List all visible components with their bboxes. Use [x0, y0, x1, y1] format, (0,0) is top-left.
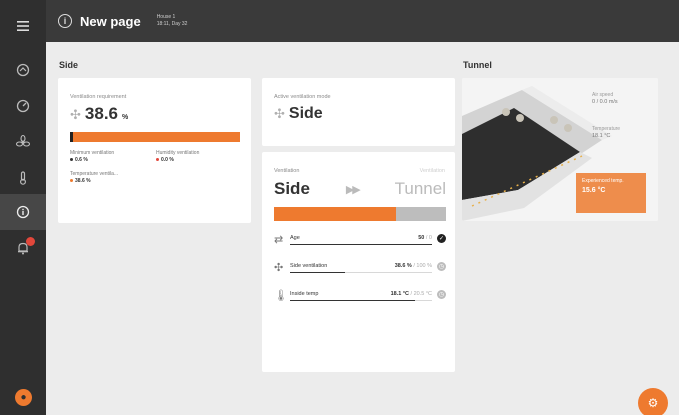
thermometer-icon: 🌡 [274, 290, 288, 302]
sidebar-item-fan[interactable] [0, 124, 46, 160]
ventilation-requirement-value-row: ✣ 38.6 % [70, 104, 128, 124]
condition-name: Side ventilation [290, 263, 328, 269]
condition-progress [290, 244, 432, 245]
fan-icon [15, 134, 31, 147]
minimum-ventilation: Minimum ventilation 0.6 % [70, 150, 114, 164]
condition-row-age: ⇄ Age 50 / 0 ✓ [274, 231, 446, 249]
sidebar-item-home[interactable] [0, 52, 46, 88]
transition-progress-bar [274, 207, 446, 221]
fan-icon: ✣ [70, 107, 81, 122]
temperature-ventilation-value: 38.6 % [75, 178, 91, 184]
mode-from: Side [274, 179, 310, 198]
humidity-ventilation: Humidity ventilation 0.0 % [156, 150, 199, 164]
page-title: New page [80, 13, 141, 29]
condition-name: Inside temp [290, 291, 319, 297]
condition-value: 18.1 °C / 20.5 °C [390, 291, 432, 297]
info-circle-icon [16, 205, 30, 219]
condition-value: 38.6 % / 100 % [394, 263, 432, 269]
humidity-dot [156, 158, 159, 162]
age-arrows-icon: ⇄ [274, 234, 284, 246]
gauge-icon [16, 99, 30, 113]
top-bar: i New page House 1 18:11, Day 32 [46, 0, 679, 42]
condition-progress [290, 272, 432, 273]
condition-name: Age [290, 235, 300, 241]
alarm-badge [26, 237, 35, 246]
house-info: House 1 18:11, Day 32 [157, 14, 188, 28]
minimum-ventilation-value: 0.6 % [75, 157, 88, 163]
menu-icon[interactable] [0, 8, 46, 44]
fan-icon: ✣ [274, 106, 285, 121]
temperature-ventilation: Temperature ventila... 38.6 % [70, 171, 118, 185]
ventilation-requirement-marker [70, 132, 73, 142]
status-check-icon: ✓ [437, 234, 446, 243]
sidebar-item-gauge[interactable] [0, 88, 46, 124]
humidity-ventilation-label: Humidity ventilation [156, 150, 200, 156]
house-name: House 1 [156, 14, 176, 20]
ventilation-label-right: Ventilation [419, 168, 445, 174]
active-mode-value: Side [288, 105, 323, 122]
air-speed-value: 0 / 0.0 m/s [592, 99, 618, 105]
minimum-dot [70, 158, 73, 162]
sidebar-item-thermometer[interactable] [0, 160, 46, 196]
info-icon[interactable]: i [58, 14, 72, 28]
app-frame: ● i New page House 1 18:11, Day 32 Side … [0, 0, 679, 415]
ventilation-requirement-card: Ventilation requirement ✣ 38.6 % Minimum… [58, 78, 251, 223]
condition-progress [290, 300, 432, 301]
tunnel-temperature-label: Temperature [592, 126, 621, 132]
tunnel-temperature: Temperature 18.1 °C [592, 126, 620, 140]
active-mode-label: Active ventilation mode [274, 94, 331, 100]
ventilation-requirement-value: 38.6 [84, 104, 118, 123]
condition-value: 50 / 0 [418, 235, 432, 241]
settings-fab-button[interactable]: ⚙ [638, 388, 668, 415]
ventilation-label: Ventilation [274, 168, 300, 174]
section-side-label: Side [59, 60, 79, 70]
user-avatar-icon[interactable]: ● [15, 389, 32, 406]
sidebar: ● [0, 0, 46, 415]
status-pending-icon: ◷ [437, 290, 446, 299]
experienced-temp-box: Experienced temp. 15.6 °C [576, 173, 646, 213]
ventilation-card: Ventilation Ventilation Side ▶▶ Tunnel ⇄… [262, 152, 455, 372]
temperature-ventilation-label: Temperature ventila... [70, 171, 119, 177]
air-speed-label: Air speed [592, 92, 614, 98]
minimum-ventilation-label: Minimum ventilation [70, 150, 115, 156]
sidebar-item-info[interactable] [0, 194, 46, 230]
home-icon [16, 63, 30, 77]
tunnel-temperature-value: 18.1 °C [592, 133, 611, 139]
mode-transition: Side ▶▶ Tunnel [274, 179, 446, 199]
condition-row-inside-temp: 🌡 Inside temp 18.1 °C / 20.5 °C ◷ [274, 287, 446, 305]
section-tunnel-label: Tunnel [463, 60, 492, 70]
transition-arrow-icon: ▶▶ [345, 183, 361, 196]
condition-row-side-ventilation: ✣ Side ventilation 38.6 % / 100 % ◷ [274, 259, 446, 277]
tunnel-card: Air speed 0 / 0.0 m/s Temperature 18.1 °… [462, 78, 658, 221]
ventilation-requirement-label: Ventilation requirement [70, 94, 127, 100]
experienced-temp-label: Experienced temp. [582, 178, 624, 184]
status-pending-icon: ◷ [437, 262, 446, 271]
mode-to: Tunnel [394, 179, 446, 198]
ventilation-requirement-unit: % [122, 114, 129, 121]
sidebar-item-alarms[interactable] [0, 230, 46, 266]
active-mode-value-row: ✣ Side [274, 105, 323, 123]
thermometer-icon [19, 171, 27, 185]
transition-progress-fill [274, 207, 397, 221]
experienced-temp-value: 15.6 °C [582, 187, 606, 194]
air-speed: Air speed 0 / 0.0 m/s [592, 92, 618, 106]
settings-icon: ⚙ [647, 396, 659, 410]
fan-icon: ✣ [274, 262, 284, 274]
temperature-dot [70, 179, 73, 183]
humidity-ventilation-value: 0.0 % [161, 157, 174, 163]
active-mode-card: Active ventilation mode ✣ Side [262, 78, 455, 146]
ventilation-requirement-bar [70, 132, 240, 142]
house-time: 18:11, Day 32 [156, 21, 188, 27]
